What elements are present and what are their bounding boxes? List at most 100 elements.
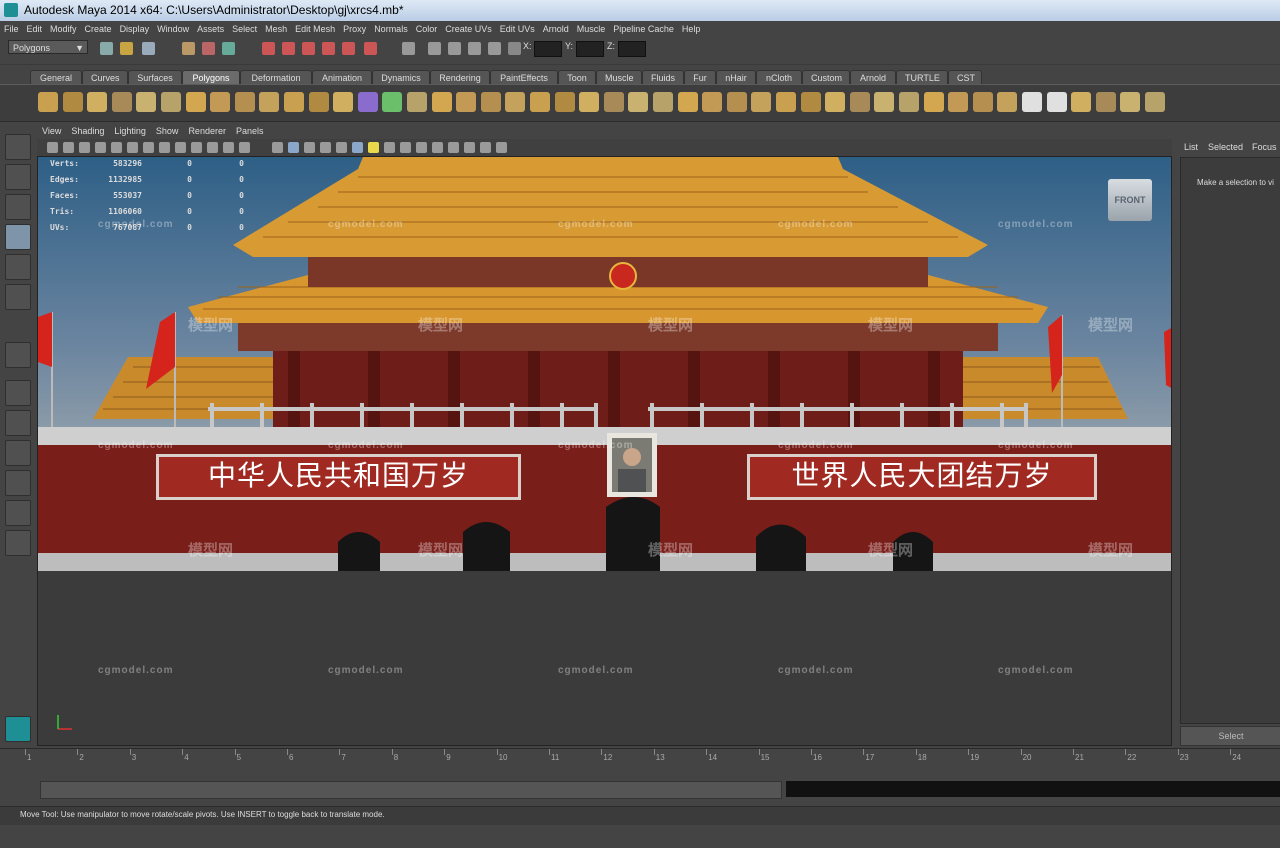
resolution-gate-icon[interactable] <box>175 142 186 153</box>
tab-turtle[interactable]: TURTLE <box>896 70 948 85</box>
lasso-tool-icon[interactable] <box>5 164 31 190</box>
soccer-ball-icon[interactable] <box>259 92 280 112</box>
combine-icon[interactable] <box>284 92 304 112</box>
scale-tool-icon[interactable] <box>5 284 31 310</box>
separate-icon[interactable] <box>308 92 329 112</box>
save-scene-icon[interactable] <box>142 42 155 55</box>
ambient-occlusion-icon[interactable] <box>400 142 411 153</box>
tab-surfaces[interactable]: Surfaces <box>128 70 182 85</box>
quadrangulate-icon[interactable] <box>480 92 501 112</box>
menu-modify[interactable]: Modify <box>46 21 81 37</box>
layout-single-icon[interactable] <box>5 380 31 406</box>
connect-components-icon[interactable] <box>849 92 870 112</box>
plane-icon[interactable] <box>136 92 157 112</box>
pipe-icon[interactable] <box>234 92 255 112</box>
bevel-icon[interactable] <box>1022 92 1042 112</box>
xray-icon[interactable] <box>464 142 475 153</box>
flip-edge-icon[interactable] <box>726 92 747 112</box>
collapse-icon[interactable] <box>948 92 969 112</box>
merge-icon[interactable] <box>899 92 919 112</box>
grease-pencil-icon[interactable] <box>127 142 138 153</box>
wedge-face-icon[interactable] <box>800 92 821 112</box>
cleanup-icon[interactable] <box>431 92 452 112</box>
chamfer-vertex-icon[interactable] <box>997 92 1018 112</box>
image-plane-icon[interactable] <box>95 142 106 153</box>
rotate-tool-icon[interactable] <box>5 254 31 280</box>
viewport-front[interactable]: 中华人民共和国万岁 世界人民大团结万岁 Verts: 583296 0 0 Edges:… <box>37 156 1172 746</box>
create-polygon-icon[interactable] <box>554 92 575 112</box>
move-tool-icon[interactable] <box>5 224 31 250</box>
panel-menu-show[interactable]: Show <box>151 124 184 139</box>
torus-icon[interactable] <box>161 92 181 112</box>
select-hierarchy-icon[interactable] <box>182 42 195 55</box>
magnet-icon[interactable] <box>364 42 377 55</box>
flat-shade-icon[interactable] <box>304 142 315 153</box>
tab-dynamics[interactable]: Dynamics <box>372 70 430 85</box>
menu-arnold[interactable]: Arnold <box>539 21 573 37</box>
sphere-icon[interactable] <box>38 92 58 112</box>
menu-pipeline-cache[interactable]: Pipeline Cache <box>609 21 678 37</box>
menu-edit-uvs[interactable]: Edit UVs <box>496 21 539 37</box>
command-line-field[interactable] <box>786 781 1280 797</box>
transfer-icon[interactable] <box>1120 92 1141 112</box>
poke-face-icon[interactable] <box>776 92 796 112</box>
paint-select-tool-icon[interactable] <box>5 194 31 220</box>
menu-mesh[interactable]: Mesh <box>261 21 291 37</box>
smooth-icon[interactable] <box>382 92 403 112</box>
merge-vertex-icon[interactable] <box>972 92 993 112</box>
offset-edge-loop-icon[interactable] <box>653 92 673 112</box>
cylinder-icon[interactable] <box>87 92 108 112</box>
cube-icon[interactable] <box>62 92 83 112</box>
menu-assets[interactable]: Assets <box>193 21 228 37</box>
lights-icon[interactable] <box>368 142 379 153</box>
tab-fur[interactable]: Fur <box>684 70 716 85</box>
tab-rendering[interactable]: Rendering <box>430 70 490 85</box>
panel-menu-lighting[interactable]: Lighting <box>109 124 151 139</box>
spin-edge-icon[interactable] <box>751 92 772 112</box>
tab-selected[interactable]: Selected <box>1208 142 1243 152</box>
shadows-icon[interactable] <box>384 142 395 153</box>
detach-components-icon[interactable] <box>874 92 895 112</box>
motion-blur-icon[interactable] <box>416 142 427 153</box>
film-gate-icon[interactable] <box>159 142 170 153</box>
panel-menu-view[interactable]: View <box>37 124 66 139</box>
safe-action-icon[interactable] <box>223 142 234 153</box>
hypershade-icon[interactable] <box>488 42 501 55</box>
ipr-render-icon[interactable] <box>448 42 461 55</box>
tab-polygons[interactable]: Polygons <box>182 70 240 85</box>
wedge-icon[interactable] <box>1095 92 1116 112</box>
menu-edit-mesh[interactable]: Edit Mesh <box>291 21 339 37</box>
sculpt-icon[interactable] <box>1145 92 1165 112</box>
slide-edge-icon[interactable] <box>702 92 723 112</box>
tab-deformation[interactable]: Deformation <box>240 70 312 85</box>
select-camera-icon[interactable] <box>47 142 58 153</box>
tab-muscle[interactable]: Muscle <box>596 70 642 85</box>
merge-to-center-icon[interactable] <box>923 92 944 112</box>
render-frame-icon[interactable] <box>428 42 441 55</box>
insert-edge-loop-icon[interactable] <box>628 92 649 112</box>
snap-surface-icon[interactable] <box>342 42 355 55</box>
gate-mask-icon[interactable] <box>191 142 202 153</box>
tab-curves[interactable]: Curves <box>82 70 128 85</box>
fill-hole-icon[interactable] <box>505 92 526 112</box>
menu-display[interactable]: Display <box>116 21 154 37</box>
tab-custom[interactable]: Custom <box>802 70 850 85</box>
render-settings-icon[interactable] <box>468 42 481 55</box>
use-default-material-icon[interactable] <box>336 142 347 153</box>
panel-menu-renderer[interactable]: Renderer <box>183 124 231 139</box>
textured-icon[interactable] <box>352 142 363 153</box>
menu-window[interactable]: Window <box>153 21 193 37</box>
isolate-select-icon[interactable] <box>448 142 459 153</box>
open-scene-icon[interactable] <box>120 42 133 55</box>
panel-menu-shading[interactable]: Shading <box>66 124 109 139</box>
menu-color[interactable]: Color <box>412 21 442 37</box>
select-object-icon[interactable] <box>202 42 215 55</box>
tab-arnold[interactable]: Arnold <box>850 70 896 85</box>
make-hole-icon[interactable] <box>530 92 550 112</box>
xray-joints-icon[interactable] <box>480 142 491 153</box>
menu-set-dropdown[interactable]: Polygons ▼ <box>8 40 88 54</box>
y-coordinate-field[interactable] <box>576 41 604 57</box>
booleans-icon[interactable] <box>357 92 378 112</box>
new-scene-icon[interactable] <box>100 42 113 55</box>
select-component-icon[interactable] <box>222 42 235 55</box>
